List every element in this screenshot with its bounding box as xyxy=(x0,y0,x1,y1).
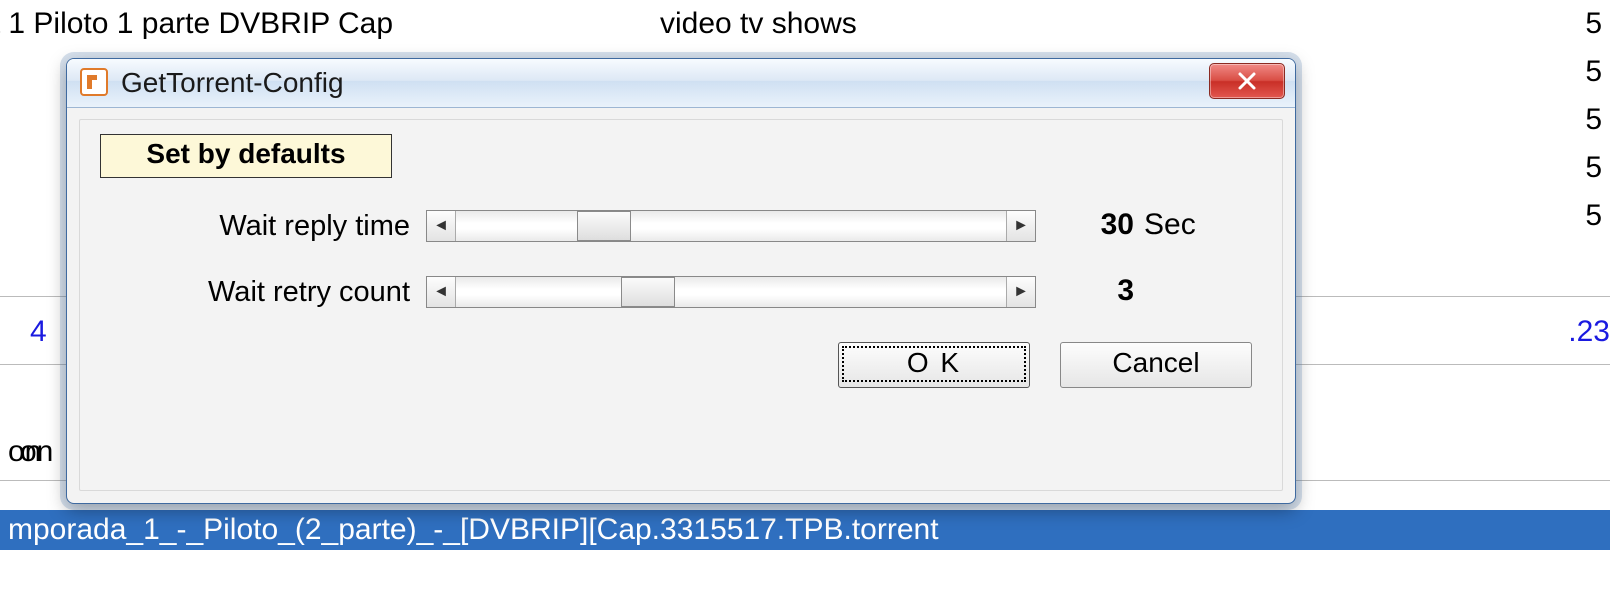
dialog-title: GetTorrent-Config xyxy=(121,67,344,99)
config-dialog: GetTorrent-Config Set by defaults Wait r… xyxy=(66,58,1296,504)
wait-reply-slider[interactable]: ◄ ► xyxy=(426,210,1036,242)
selected-list-row[interactable]: mporada_1_-_Piloto_(2_parte)_-_[DVBRIP][… xyxy=(0,510,1610,550)
setting-value: 30 xyxy=(1064,208,1134,242)
selected-row-text: mporada_1_-_Piloto_(2_parte)_-_[DVBRIP][… xyxy=(8,513,939,546)
page-link[interactable]: 4 xyxy=(30,308,47,356)
arrow-right-icon[interactable]: ► xyxy=(1006,211,1035,241)
close-button[interactable] xyxy=(1209,63,1285,99)
bg-cell: 5 xyxy=(1585,48,1602,96)
page-link[interactable]: .23 xyxy=(1568,308,1610,356)
cancel-button[interactable]: Cancel xyxy=(1060,342,1252,388)
setting-row-wait-reply: Wait reply time ◄ ► 30 Sec xyxy=(80,204,1282,250)
arrow-left-icon[interactable]: ◄ xyxy=(427,277,456,307)
slider-track[interactable] xyxy=(456,277,1006,307)
bg-cell: 5 xyxy=(1585,0,1602,48)
bg-cell: 5 xyxy=(1585,192,1602,240)
wait-retry-slider[interactable]: ◄ ► xyxy=(426,276,1036,308)
bg-cell: rada 1 Piloto 1 parte DVBRIP Cap xyxy=(0,0,393,48)
setting-row-wait-retry: Wait retry count ◄ ► 3 xyxy=(80,270,1282,316)
bg-cell: 5 xyxy=(1585,144,1602,192)
arrow-left-icon[interactable]: ◄ xyxy=(427,211,456,241)
slider-thumb[interactable] xyxy=(621,277,675,307)
slider-track[interactable] xyxy=(456,211,1006,241)
setting-unit: Sec xyxy=(1144,208,1196,242)
bg-cell: 5 xyxy=(1585,96,1602,144)
bg-cell: on xyxy=(20,428,53,476)
setting-label: Wait reply time xyxy=(80,210,410,243)
close-icon xyxy=(1210,70,1284,92)
dialog-client: Set by defaults Wait reply time ◄ ► 30 S… xyxy=(79,119,1283,491)
set-defaults-button[interactable]: Set by defaults xyxy=(100,134,392,178)
ok-button-label: O K xyxy=(842,346,1026,382)
app-icon xyxy=(79,67,109,97)
setting-label: Wait retry count xyxy=(80,276,410,309)
setting-value: 3 xyxy=(1064,274,1134,308)
ok-button[interactable]: O K xyxy=(838,342,1030,388)
dialog-titlebar[interactable]: GetTorrent-Config xyxy=(67,59,1295,108)
bg-cell: video tv shows xyxy=(660,0,857,48)
slider-thumb[interactable] xyxy=(577,211,631,241)
arrow-right-icon[interactable]: ► xyxy=(1006,277,1035,307)
